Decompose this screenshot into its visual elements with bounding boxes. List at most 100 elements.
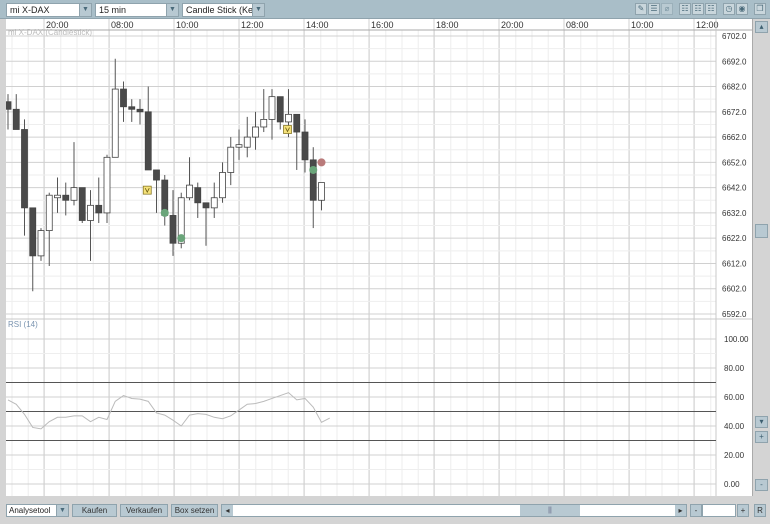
candle-down — [301, 131, 309, 161]
time-label: 08:00 — [111, 20, 134, 30]
price-label: 6702.0 — [722, 32, 747, 41]
candle-up — [260, 119, 268, 128]
scroll-thumb[interactable] — [755, 224, 768, 238]
candle-up — [285, 113, 292, 123]
grid-icon[interactable]: ☷ — [705, 3, 717, 15]
buy-signal-marker — [177, 234, 186, 243]
candle-up — [54, 194, 61, 199]
scroll-right-button[interactable]: ▸ — [675, 505, 686, 516]
price-label: 6632.0 — [722, 209, 747, 218]
chevron-down-icon[interactable]: ▼ — [252, 4, 264, 16]
instrument-select[interactable]: mi X-DAX ▼ — [6, 3, 92, 17]
zoom-in-button[interactable]: + — [755, 431, 768, 443]
grid-icon[interactable]: ☷ — [692, 3, 704, 15]
price-label: 6672.0 — [722, 108, 747, 117]
price-label: 6612.0 — [722, 259, 747, 268]
grid-icon[interactable]: ☷ — [679, 3, 691, 15]
candle-down — [153, 169, 160, 181]
chart-area[interactable]: 20:00 08:00 10:00 12:00 14:00 16:00 18:00 20:00… — [0, 19, 752, 496]
candle-down — [128, 106, 136, 110]
rsi-axis-label: 20.00 — [724, 451, 745, 460]
rsi-axis-label: 40.00 — [724, 422, 745, 431]
time-label: 10:00 — [631, 20, 654, 30]
candle-up — [186, 184, 193, 199]
candle-down — [120, 88, 127, 108]
candle-up — [111, 88, 119, 158]
rsi-axis-label: 80.00 — [724, 364, 745, 373]
candle-up — [87, 204, 94, 221]
candle-up — [37, 230, 45, 257]
reset-button[interactable]: R — [754, 504, 766, 517]
time-label: 12:00 — [696, 20, 719, 30]
candle-down — [202, 202, 210, 209]
price-label: 6592.0 — [722, 310, 747, 319]
candle-down — [136, 108, 144, 113]
candle-down — [95, 204, 103, 214]
buy-signal-marker — [160, 208, 169, 217]
zoom-field[interactable] — [702, 504, 736, 517]
time-label: 14:00 — [306, 20, 329, 30]
candle-down — [78, 187, 86, 221]
candle-down — [194, 187, 202, 204]
analysis-tool-value: Analysetool — [9, 506, 51, 515]
candlestick-chart[interactable]: 20:00 08:00 10:00 12:00 14:00 16:00 18:00 20:00… — [0, 19, 752, 496]
left-edge — [0, 19, 6, 496]
pencil-icon[interactable]: ✎ — [635, 3, 647, 15]
set-box-button[interactable]: Box setzen — [171, 504, 218, 517]
candle-up — [227, 146, 235, 173]
price-label: 6682.0 — [722, 83, 747, 92]
candle-down — [21, 129, 28, 209]
candle-up — [252, 126, 259, 138]
time-label: 18:00 — [436, 20, 459, 30]
time-label: 12:00 — [241, 20, 264, 30]
vertical-scrollbar[interactable]: ▴ ▾ + - — [752, 19, 770, 496]
scroll-thumb[interactable]: || — [520, 505, 580, 516]
price-label: 6622.0 — [722, 234, 747, 243]
scroll-up-button[interactable]: ▴ — [755, 21, 768, 33]
analysis-tool-select[interactable]: Analysetool ▼ — [6, 504, 69, 517]
sell-button[interactable]: Verkaufen — [120, 504, 168, 517]
scroll-down-button[interactable]: ▾ — [755, 416, 768, 428]
lines-icon[interactable]: ☰ — [648, 3, 660, 15]
price-label: 6602.0 — [722, 285, 747, 294]
chart-type-select[interactable]: Candle Stick (Kerze ▼ — [182, 3, 265, 17]
zoom-out-button[interactable]: - — [755, 479, 768, 491]
candle-down — [169, 215, 177, 244]
rsi-line — [7, 392, 330, 430]
candle-down — [309, 159, 317, 201]
globe-icon[interactable]: ◉ — [736, 3, 748, 15]
zoom-out-button[interactable]: - — [690, 504, 702, 517]
buy-button[interactable]: Kaufen — [72, 504, 117, 517]
candle-up — [318, 182, 325, 201]
candle-up — [268, 96, 276, 120]
candle-up — [45, 194, 53, 232]
horizontal-scrollbar[interactable]: ◂ || ▸ — [221, 504, 687, 517]
sell-signal-marker — [317, 158, 326, 167]
time-label: 08:00 — [566, 20, 589, 30]
candle-up — [219, 172, 226, 199]
candle-up — [210, 197, 218, 209]
time-label: 10:00 — [176, 20, 199, 30]
chevron-down-icon[interactable]: ▼ — [166, 4, 178, 16]
toolbar: mi X-DAX ▼ 15 min ▼ Candle Stick (Kerze ▼ ✎… — [0, 0, 770, 19]
candle-down — [276, 96, 284, 123]
interval-value: 15 min — [99, 5, 127, 15]
interval-select[interactable]: 15 min ▼ — [95, 3, 179, 17]
zoom-in-button[interactable]: + — [737, 504, 749, 517]
candle-up — [70, 187, 78, 201]
clock-icon[interactable]: ◷ — [723, 3, 735, 15]
rsi-axis-label: 60.00 — [724, 393, 745, 402]
candle-up — [103, 156, 111, 214]
candle-down — [62, 194, 70, 201]
buy-signal-marker — [309, 165, 318, 174]
chevron-down-icon[interactable]: ▼ — [79, 4, 91, 16]
price-label: 6692.0 — [722, 57, 747, 66]
bottom-toolbar: Analysetool ▼ Kaufen Verkaufen Box setzen… — [0, 500, 770, 520]
rsi-title: RSI (14) — [8, 320, 38, 329]
time-label: 16:00 — [371, 20, 394, 30]
rsi-axis-label: 100.00 — [724, 335, 749, 344]
eraser-icon[interactable]: ⌀ — [661, 3, 673, 15]
chevron-down-icon[interactable]: ▼ — [56, 505, 68, 516]
window-icon[interactable]: ❐ — [754, 3, 766, 15]
scroll-left-button[interactable]: ◂ — [222, 505, 233, 516]
